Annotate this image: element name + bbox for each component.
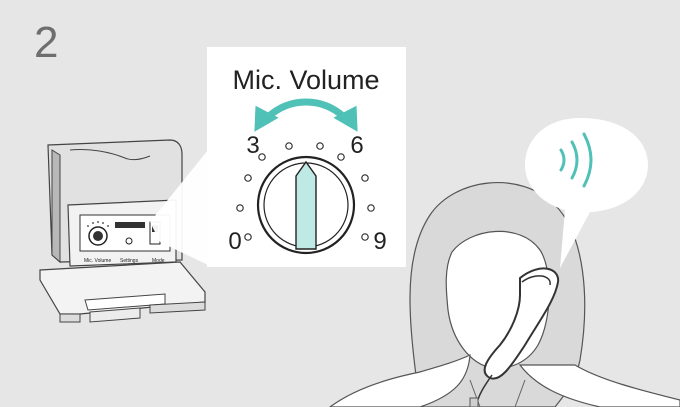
dial-label-6: 6 (350, 132, 363, 159)
base-label-settings: Settings (120, 258, 139, 264)
illustration: Mic. Volume Settings Mode Mic. Volume 3 … (39, 47, 680, 407)
dial-label-3: 3 (246, 132, 259, 159)
dial-knob (256, 155, 356, 255)
mic-volume-dial-panel: Mic. Volume 3 6 0 9 (207, 47, 406, 267)
dial-title: Mic. Volume (232, 65, 379, 95)
base-label-mic-volume: Mic. Volume (84, 258, 111, 264)
dial-label-9: 9 (373, 228, 386, 255)
dial-label-0: 0 (228, 228, 241, 255)
